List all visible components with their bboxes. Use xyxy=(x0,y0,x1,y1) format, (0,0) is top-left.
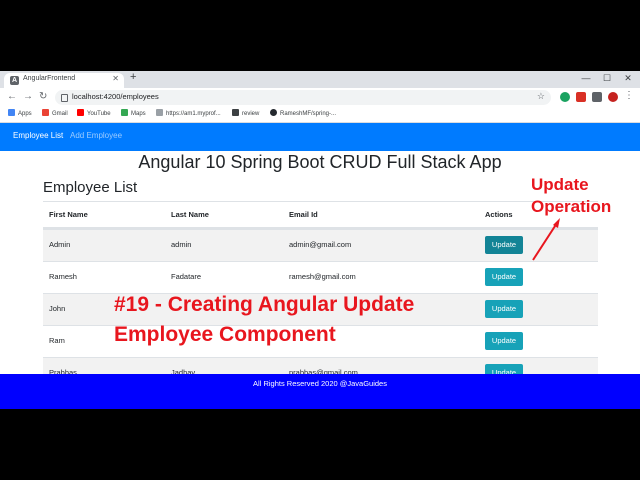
browser-window: A AngularFrontend ✕ + — ☐ ✕ ← → ↻ localh… xyxy=(0,71,640,409)
callout-arrow-icon xyxy=(532,218,560,261)
